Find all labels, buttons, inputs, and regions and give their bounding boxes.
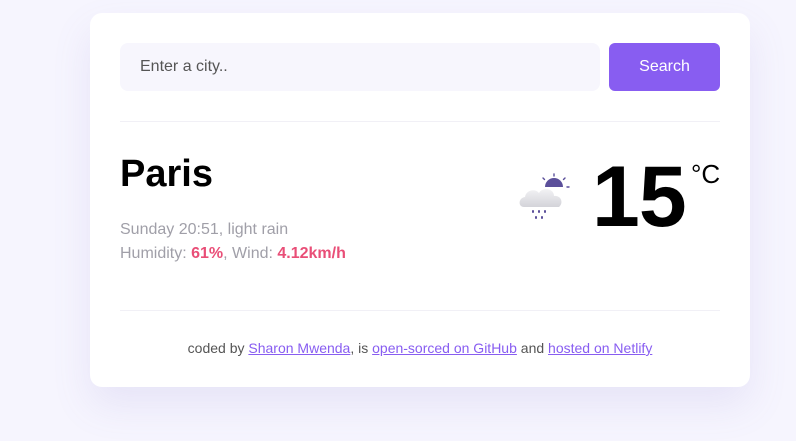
- city-name: Paris: [120, 153, 213, 195]
- footer: coded by Sharon Mwenda, is open-sorced o…: [187, 340, 653, 356]
- night-rain-cloud-icon: [519, 173, 570, 219]
- github-link[interactable]: open-sorced on GitHub: [372, 340, 517, 356]
- author-link[interactable]: Sharon Mwenda: [248, 340, 350, 356]
- temperature-value: 15: [592, 149, 687, 245]
- date-time: Sunday 20:51: [120, 221, 219, 238]
- divider: [120, 310, 720, 311]
- weather-description: light rain: [227, 221, 289, 238]
- date-description-line: Sunday 20:51, light rain: [120, 221, 289, 238]
- divider: [120, 121, 720, 122]
- netlify-link[interactable]: hosted on Netlify: [548, 340, 652, 356]
- search-button[interactable]: Search: [609, 43, 720, 91]
- humidity-wind-line: Humidity: 61%, Wind: 4.12km/h: [120, 245, 346, 262]
- wind-value: 4.12km/h: [277, 245, 346, 262]
- city-search-input[interactable]: [120, 43, 600, 91]
- temperature-unit: °C: [691, 159, 721, 189]
- humidity-value: 61%: [191, 245, 224, 262]
- wind-label: Wind:: [232, 245, 278, 262]
- search-form: Search: [120, 43, 720, 91]
- weather-details: Sunday 20:51, light rain Humidity: 61%, …: [120, 218, 346, 266]
- weather-card: Search Paris Sunday 20:51, light rain Hu…: [90, 13, 750, 387]
- humidity-label: Humidity:: [120, 245, 192, 262]
